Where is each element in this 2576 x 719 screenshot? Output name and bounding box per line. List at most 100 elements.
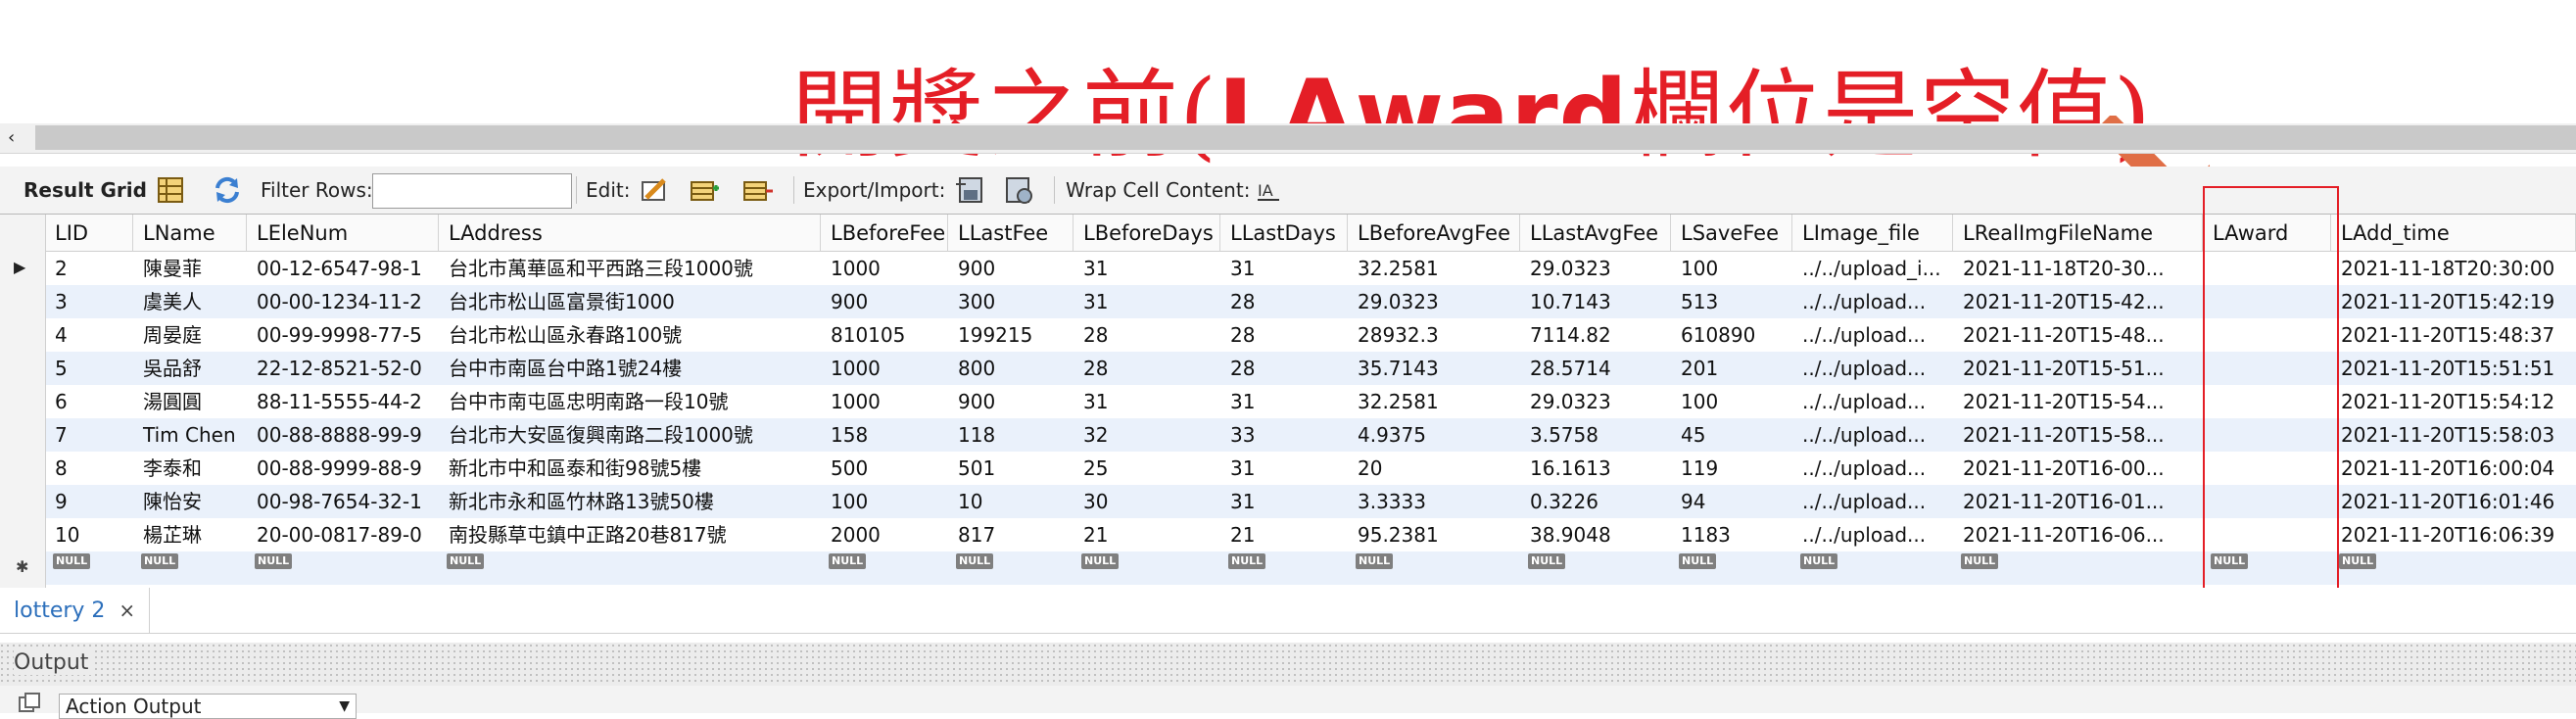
null-badge[interactable]: NULL <box>1528 553 1566 569</box>
output-panel-header[interactable]: Output <box>0 643 2576 686</box>
table-cell-llastavgfee[interactable]: 7114.82 <box>1520 318 1671 352</box>
table-cell-lbeforeavgfee[interactable]: 4.9375 <box>1348 418 1520 452</box>
table-cell-limage-file[interactable]: ../../upload_i... <box>1792 252 1953 285</box>
table-cell-lname[interactable]: 陳怡安 <box>133 485 247 518</box>
output-copy-icon[interactable] <box>18 692 43 713</box>
grid-layout-icon[interactable] <box>155 174 186 206</box>
import-icon[interactable] <box>1003 174 1034 206</box>
table-cell-limage-file[interactable]: ../../upload... <box>1792 485 1953 518</box>
table-cell-limage-file[interactable]: ../../upload... <box>1792 385 1953 418</box>
table-cell-lsavefee[interactable]: 45 <box>1671 418 1792 452</box>
column-header-lname[interactable]: LName <box>133 215 247 252</box>
table-cell-llastfee[interactable]: 118 <box>948 418 1073 452</box>
null-badge[interactable]: NULL <box>829 553 867 569</box>
table-cell-lelenum[interactable]: 00-88-9999-88-9 <box>247 452 439 485</box>
table-cell-lbeforefee[interactable]: 900 <box>821 285 948 318</box>
table-cell-lsavefee[interactable]: 610890 <box>1671 318 1792 352</box>
table-cell-lname[interactable]: 楊芷琳 <box>133 518 247 551</box>
null-badge[interactable]: NULL <box>1961 553 1999 569</box>
column-header-lelenum[interactable]: LEleNum <box>247 215 439 252</box>
column-header-llastdays[interactable]: LLastDays <box>1220 215 1348 252</box>
null-badge[interactable]: NULL <box>1356 553 1394 569</box>
table-cell-lbeforeavgfee[interactable]: 28932.3 <box>1348 318 1520 352</box>
table-cell-lid[interactable]: 2 <box>45 252 133 285</box>
table-cell-llastdays[interactable]: 28 <box>1220 318 1348 352</box>
table-cell-lbeforeavgfee[interactable]: 3.3333 <box>1348 485 1520 518</box>
null-badge[interactable]: NULL <box>53 553 91 569</box>
table-cell-lbeforefee[interactable]: 810105 <box>821 318 948 352</box>
table-cell-lbeforedays[interactable]: 28 <box>1073 318 1220 352</box>
table-cell-llastdays[interactable]: 31 <box>1220 485 1348 518</box>
column-header-lrealimgfilename[interactable]: LRealImgFileName <box>1953 215 2203 252</box>
table-cell-lrealimgfilename[interactable]: 2021-11-20T15-42... <box>1953 285 2203 318</box>
table-cell-laddress[interactable]: 台中市南區台中路1號24樓 <box>439 352 821 385</box>
tab-lottery-2[interactable]: lottery 2 × <box>0 588 151 633</box>
table-cell-laddress[interactable]: 台北市大安區復興南路二段1000號 <box>439 418 821 452</box>
table-cell-llastdays[interactable]: 31 <box>1220 252 1348 285</box>
table-cell-lbeforedays[interactable]: 28 <box>1073 352 1220 385</box>
result-grid[interactable]: LID LName LEleNum LAddress LBeforeFee LLastFe… <box>0 214 2576 590</box>
table-cell-lname[interactable]: 湯圓圓 <box>133 385 247 418</box>
table-cell-ladd-time[interactable]: 2021-11-20T16:06:39 <box>2331 518 2576 551</box>
table-cell-lbeforedays[interactable]: 31 <box>1073 285 1220 318</box>
table-cell-llastavgfee[interactable]: 10.7143 <box>1520 285 1671 318</box>
table-cell-lelenum[interactable]: 88-11-5555-44-2 <box>247 385 439 418</box>
table-cell-lbeforedays[interactable]: 25 <box>1073 452 1220 485</box>
table-cell-lrealimgfilename[interactable]: 2021-11-18T20-30... <box>1953 252 2203 285</box>
tab-label[interactable]: lottery 2 <box>14 599 105 623</box>
table-cell-llastdays[interactable]: 31 <box>1220 385 1348 418</box>
table-cell-laddress[interactable]: 南投縣草屯鎮中正路20巷817號 <box>439 518 821 551</box>
refresh-icon[interactable] <box>212 174 243 206</box>
table-cell-llastdays[interactable]: 28 <box>1220 285 1348 318</box>
table-cell-llastfee[interactable]: 817 <box>948 518 1073 551</box>
table-cell-limage-file[interactable]: ../../upload... <box>1792 418 1953 452</box>
table-cell-lrealimgfilename[interactable]: 2021-11-20T15-51... <box>1953 352 2203 385</box>
table-cell-lid[interactable]: 9 <box>45 485 133 518</box>
close-icon[interactable]: × <box>119 599 135 622</box>
table-cell-ladd-time[interactable]: 2021-11-20T16:00:04 <box>2331 452 2576 485</box>
table-cell-llastfee[interactable]: 800 <box>948 352 1073 385</box>
table-cell-lbeforeavgfee[interactable]: 95.2381 <box>1348 518 1520 551</box>
table-cell-lelenum[interactable]: 00-88-8888-99-9 <box>247 418 439 452</box>
table-cell-laddress[interactable]: 台北市松山區永春路100號 <box>439 318 821 352</box>
table-cell-ladd-time[interactable]: 2021-11-20T15:58:03 <box>2331 418 2576 452</box>
table-cell-llastavgfee[interactable]: 38.9048 <box>1520 518 1671 551</box>
table-cell-ladd-time[interactable]: 2021-11-20T15:51:51 <box>2331 352 2576 385</box>
delete-row-icon[interactable] <box>742 174 774 206</box>
column-header-llastfee[interactable]: LLastFee <box>948 215 1073 252</box>
table-cell-llastfee[interactable]: 300 <box>948 285 1073 318</box>
scroll-left-icon[interactable]: ‹ <box>8 127 15 148</box>
table-cell-limage-file[interactable]: ../../upload... <box>1792 452 1953 485</box>
table-cell-llastfee[interactable]: 900 <box>948 385 1073 418</box>
null-badge[interactable]: NULL <box>956 553 994 569</box>
table-cell-laddress[interactable]: 台北市萬華區和平西路三段1000號 <box>439 252 821 285</box>
table-cell-lbeforeavgfee[interactable]: 32.2581 <box>1348 385 1520 418</box>
table-cell-lbeforedays[interactable]: 21 <box>1073 518 1220 551</box>
table-cell-laddress[interactable]: 新北市中和區泰和街98號5樓 <box>439 452 821 485</box>
scrollbar-track[interactable] <box>35 125 2576 150</box>
table-cell-lelenum[interactable]: 00-98-7654-32-1 <box>247 485 439 518</box>
table-cell-lbeforeavgfee[interactable]: 32.2581 <box>1348 252 1520 285</box>
table-cell-ladd-time[interactable]: 2021-11-20T16:01:46 <box>2331 485 2576 518</box>
table-cell-lbeforedays[interactable]: 30 <box>1073 485 1220 518</box>
table-cell-lrealimgfilename[interactable]: 2021-11-20T16-01... <box>1953 485 2203 518</box>
table-cell-llastdays[interactable]: 33 <box>1220 418 1348 452</box>
table-cell-lid[interactable]: 6 <box>45 385 133 418</box>
table-cell-lsavefee[interactable]: 513 <box>1671 285 1792 318</box>
null-badge[interactable]: NULL <box>1800 553 1838 569</box>
table-cell-lbeforefee[interactable]: 158 <box>821 418 948 452</box>
table-cell-lname[interactable]: 陳曼菲 <box>133 252 247 285</box>
table-cell-lbeforefee[interactable]: 1000 <box>821 352 948 385</box>
table-cell-llastfee[interactable]: 900 <box>948 252 1073 285</box>
result-grid-label[interactable]: Result Grid <box>24 167 147 214</box>
table-cell-lsavefee[interactable]: 201 <box>1671 352 1792 385</box>
table-cell-llastdays[interactable]: 21 <box>1220 518 1348 551</box>
column-header-ladd-time[interactable]: LAdd_time <box>2331 215 2576 252</box>
table-cell-lbeforedays[interactable]: 32 <box>1073 418 1220 452</box>
table-cell-lrealimgfilename[interactable]: 2021-11-20T15-58... <box>1953 418 2203 452</box>
table-cell-lelenum[interactable]: 22-12-8521-52-0 <box>247 352 439 385</box>
column-header-lbeforeavgfee[interactable]: LBeforeAvgFee <box>1348 215 1520 252</box>
table-cell-limage-file[interactable]: ../../upload... <box>1792 285 1953 318</box>
table-cell-lsavefee[interactable]: 100 <box>1671 385 1792 418</box>
null-badge[interactable]: NULL <box>2339 553 2377 569</box>
